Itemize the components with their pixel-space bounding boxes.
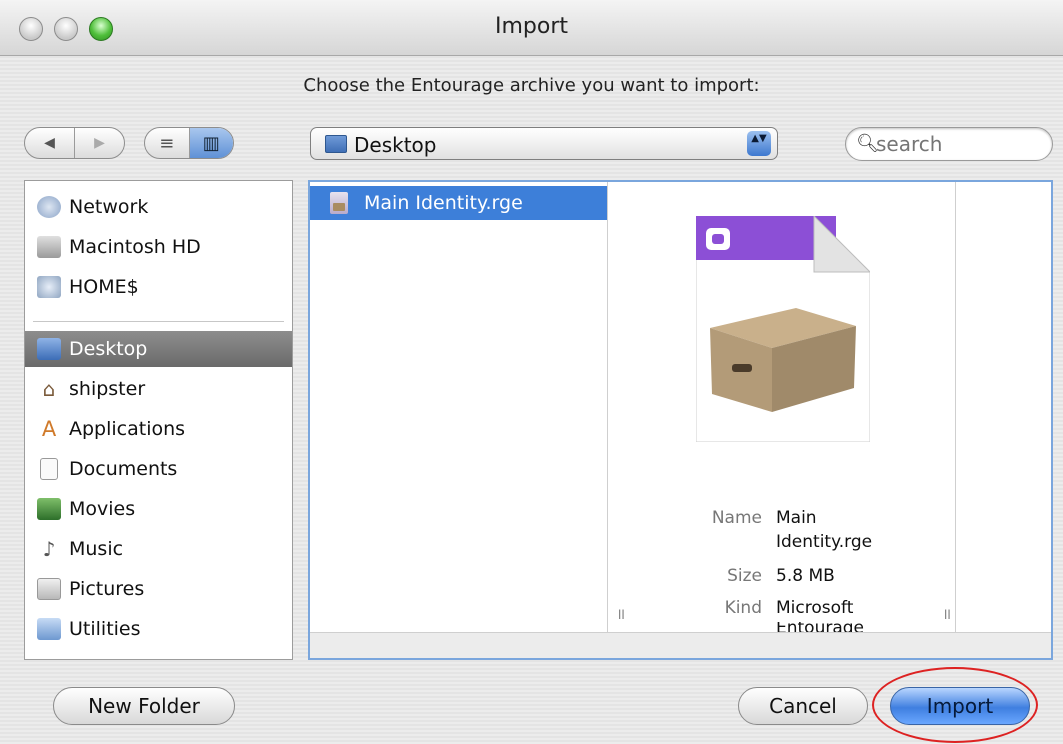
home-icon: ⌂ [42,377,56,401]
pictures-icon [37,578,61,600]
preview-name-value-1: Main [776,508,817,528]
sidebar-item-label: Applications [69,418,186,440]
file-item-main-identity[interactable]: Main Identity.rge [310,186,607,220]
sidebar-item-music[interactable]: ♪ Music [25,531,292,567]
sidebar-item-label: Utilities [69,618,141,640]
applications-icon: A [41,417,57,441]
horizontal-scrollbar[interactable] [310,632,1051,658]
sidebar-item-shipster[interactable]: ⌂ shipster [25,371,292,407]
desktop-icon [37,338,61,360]
preview-kind-value-1: Microsoft [776,598,854,618]
preview-name-value-2: Identity.rge [776,532,873,552]
sidebar-item-label: Documents [69,458,178,480]
sidebar-item-pictures[interactable]: Pictures [25,571,292,607]
file-name: Main Identity.rge [364,192,523,214]
documents-icon [40,458,58,480]
sidebar-item-label: Music [69,538,124,560]
list-view-button[interactable]: ≡ [145,128,190,158]
back-button[interactable]: ◀ [25,128,75,158]
rge-archive-icon [330,192,348,214]
music-icon: ♪ [42,537,56,561]
preview-size-key: Size [727,566,762,586]
sidebar-item-label: Network [69,196,149,218]
network-icon [37,196,61,218]
column-view-button[interactable]: ▥ [189,128,233,158]
utilities-icon [37,618,61,640]
sidebar-item-homes[interactable]: HOME$ [25,269,292,305]
sidebar-item-label: shipster [69,378,146,400]
server-icon [37,276,61,298]
preview-column: Name Main Identity.rge Size 5.8 MB Kind … [610,182,956,632]
dialog-prompt: Choose the Entourage archive you want to… [303,75,760,96]
location-label: Desktop [354,133,437,157]
sidebar-item-desktop[interactable]: Desktop [25,331,292,367]
highlight-annotation [872,667,1038,743]
file-column[interactable]: Main Identity.rge [310,182,608,632]
search-input[interactable] [876,132,1041,156]
column-resize-grip[interactable]: ll [944,608,951,622]
column-browser[interactable]: Main Identity.rge Name Main Identity.rge… [308,180,1053,660]
sidebar-divider [33,321,284,322]
sidebar-item-label: Pictures [69,578,145,600]
new-folder-button[interactable]: New Folder [53,687,235,725]
preview-name-key: Name [711,508,762,528]
import-dialog: Import Choose the Entourage archive you … [0,0,1063,744]
window-title: Import [494,14,568,39]
view-mode-control: ≡ ▥ [144,127,234,159]
popup-stepper-icon: ▲▼ [747,131,771,156]
sidebar-item-documents[interactable]: Documents [25,451,292,487]
sidebar-item-label: Movies [69,498,136,520]
sidebar-item-macintosh-hd[interactable]: Macintosh HD [25,229,292,265]
column-view-icon: ▥ [202,132,220,154]
title-bar[interactable]: Import [0,0,1063,56]
column-resize-grip[interactable]: ll [618,608,625,622]
preview-size-value: 5.8 MB [776,566,835,586]
list-view-icon: ≡ [159,132,175,154]
movies-icon [37,498,61,520]
forward-arrow-icon: ▶ [94,135,105,151]
sidebar: Network Macintosh HD HOME$ Desktop ⌂ shi… [24,180,293,660]
preview-kind-key: Kind [724,598,762,618]
desktop-folder-icon [325,135,347,153]
rge-document-preview-icon [696,216,870,442]
location-popup[interactable]: Desktop ▲▼ [310,127,778,160]
back-arrow-icon: ◀ [44,135,55,151]
forward-button[interactable]: ▶ [75,128,124,158]
sidebar-item-label: Desktop [69,338,148,360]
sidebar-item-label: HOME$ [69,276,139,298]
sidebar-item-network[interactable]: Network [25,189,292,225]
search-field[interactable]: 🔍︎ [845,127,1053,161]
harddrive-icon [37,236,61,258]
sidebar-item-label: Macintosh HD [69,236,201,258]
preview-kind-value-2: Entourage [776,622,865,632]
back-forward-control: ◀ ▶ [24,127,125,159]
sidebar-item-utilities[interactable]: Utilities [25,611,292,647]
sidebar-item-applications[interactable]: A Applications [25,411,292,447]
cancel-button[interactable]: Cancel [738,687,868,725]
sidebar-item-movies[interactable]: Movies [25,491,292,527]
